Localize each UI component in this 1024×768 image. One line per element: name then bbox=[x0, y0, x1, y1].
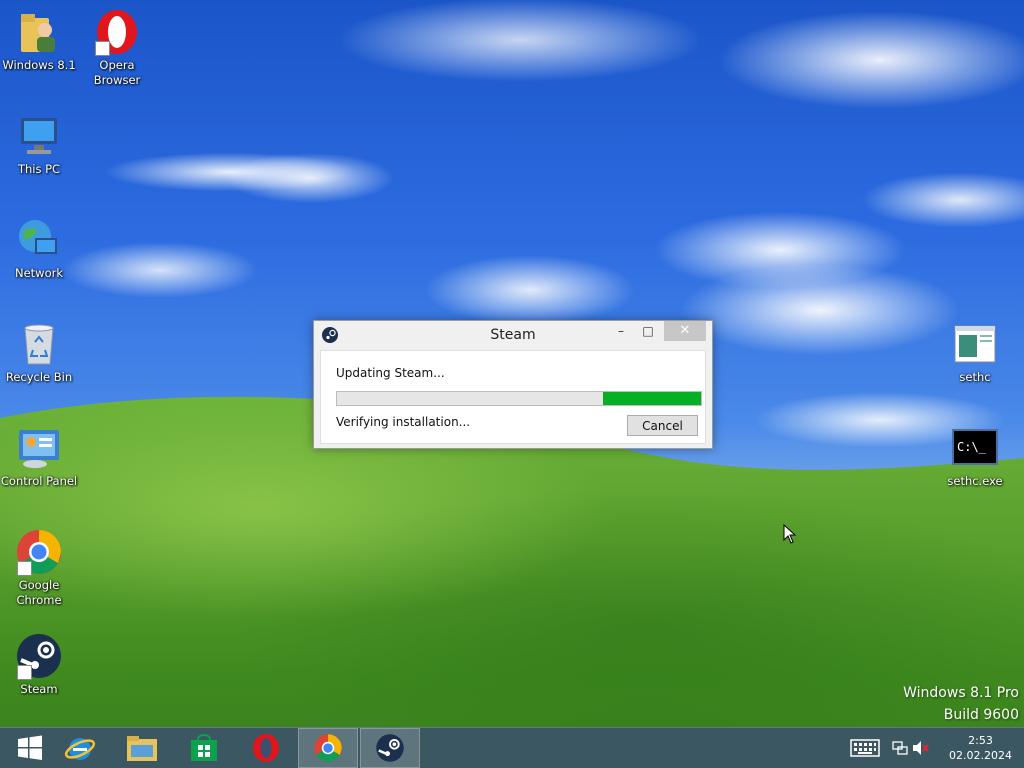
network-status-icon[interactable] bbox=[892, 740, 908, 756]
taskbar: 2:53 02.02.2024 bbox=[0, 727, 1024, 768]
shortcut-arrow-icon bbox=[17, 665, 32, 680]
chrome-icon bbox=[15, 528, 63, 576]
progress-fill bbox=[602, 392, 701, 405]
application-window-icon bbox=[951, 320, 999, 368]
taskbar-internet-explorer[interactable] bbox=[50, 728, 110, 768]
desktop-icon-this-pc[interactable]: This PC bbox=[0, 112, 78, 177]
watermark-edition: Windows 8.1 Pro bbox=[903, 685, 1019, 701]
desktop-icon-steam[interactable]: Steam bbox=[0, 632, 78, 697]
maximize-button[interactable]: □ bbox=[636, 321, 660, 341]
taskbar-steam[interactable] bbox=[360, 728, 420, 768]
desktop-icon-sethc-exe[interactable]: C:\_ sethc.exe bbox=[936, 424, 1014, 489]
desktop-icon-windows-8-1[interactable]: Windows 8.1 bbox=[0, 8, 78, 73]
file-explorer-icon bbox=[127, 736, 157, 761]
command-prompt-icon: C:\_ bbox=[951, 424, 999, 472]
update-progress-bar bbox=[336, 391, 702, 406]
taskbar-opera[interactable] bbox=[236, 728, 296, 768]
desktop-icon-label: Steam bbox=[20, 682, 58, 696]
desktop-icon-label: This PC bbox=[17, 162, 61, 176]
volume-muted-icon[interactable] bbox=[912, 740, 930, 756]
desktop-icon-network[interactable]: Network bbox=[0, 216, 78, 281]
computer-icon bbox=[15, 112, 63, 160]
desktop-icon-control-panel[interactable]: Control Panel bbox=[0, 424, 78, 489]
windows-store-icon bbox=[191, 733, 217, 761]
desktop-icon-sethc[interactable]: sethc bbox=[936, 320, 1014, 385]
desktop-icon-recycle-bin[interactable]: Recycle Bin bbox=[0, 320, 78, 385]
verify-status-text: Verifying installation... bbox=[336, 415, 471, 429]
close-button[interactable]: ✕ bbox=[664, 321, 706, 341]
taskbar-file-explorer[interactable] bbox=[112, 728, 172, 768]
dialog-titlebar[interactable]: Steam – □ ✕ bbox=[314, 321, 712, 349]
desktop-icon-label: Opera Browser bbox=[93, 58, 141, 87]
desktop-icon-label: Network bbox=[14, 266, 64, 280]
taskbar-clock[interactable]: 2:53 02.02.2024 bbox=[949, 733, 1012, 763]
desktop-icon-label: sethc.exe bbox=[947, 474, 1003, 488]
user-folder-icon bbox=[15, 8, 63, 56]
network-globe-icon bbox=[15, 216, 63, 264]
desktop-icon-label: Recycle Bin bbox=[5, 370, 73, 384]
steam-icon bbox=[376, 734, 404, 762]
mouse-cursor-icon bbox=[783, 524, 797, 544]
cancel-button[interactable]: Cancel bbox=[627, 415, 698, 436]
windows-start-icon bbox=[18, 735, 42, 760]
opera-icon bbox=[93, 8, 141, 56]
shortcut-arrow-icon bbox=[95, 41, 110, 56]
minimize-button[interactable]: – bbox=[610, 321, 632, 341]
internet-explorer-icon bbox=[64, 738, 96, 760]
shortcut-arrow-icon bbox=[17, 561, 32, 576]
recycle-bin-icon bbox=[15, 320, 63, 368]
clock-date: 02.02.2024 bbox=[949, 749, 1012, 762]
desktop-icon-label: Google Chrome bbox=[16, 578, 62, 607]
watermark-build: Build 9600 bbox=[943, 707, 1019, 723]
touch-keyboard-icon[interactable] bbox=[850, 739, 880, 757]
chrome-icon bbox=[314, 734, 342, 762]
desktop-icon-label: Control Panel bbox=[0, 474, 78, 488]
svg-text:C:\_: C:\_ bbox=[957, 440, 987, 454]
control-panel-icon bbox=[15, 424, 63, 472]
desktop-icon-opera[interactable]: Opera Browser bbox=[78, 8, 156, 88]
dialog-body: Updating Steam... Verifying installation… bbox=[320, 350, 706, 444]
clock-time: 2:53 bbox=[968, 734, 993, 747]
desktop-icon-label: sethc bbox=[959, 370, 991, 384]
steam-icon bbox=[15, 632, 63, 680]
taskbar-chrome[interactable] bbox=[298, 728, 358, 768]
windows-version-watermark: Windows 8.1 Pro Build 9600 bbox=[903, 682, 1019, 726]
desktop-icon-label: Windows 8.1 bbox=[2, 58, 76, 72]
taskbar-windows-store[interactable] bbox=[174, 728, 234, 768]
steam-update-dialog: Steam – □ ✕ Updating Steam... Verifying … bbox=[313, 320, 713, 449]
desktop-icon-google-chrome[interactable]: Google Chrome bbox=[0, 528, 78, 608]
opera-icon bbox=[253, 734, 279, 762]
system-tray: 2:53 02.02.2024 bbox=[844, 728, 1024, 768]
update-status-text: Updating Steam... bbox=[336, 366, 445, 380]
